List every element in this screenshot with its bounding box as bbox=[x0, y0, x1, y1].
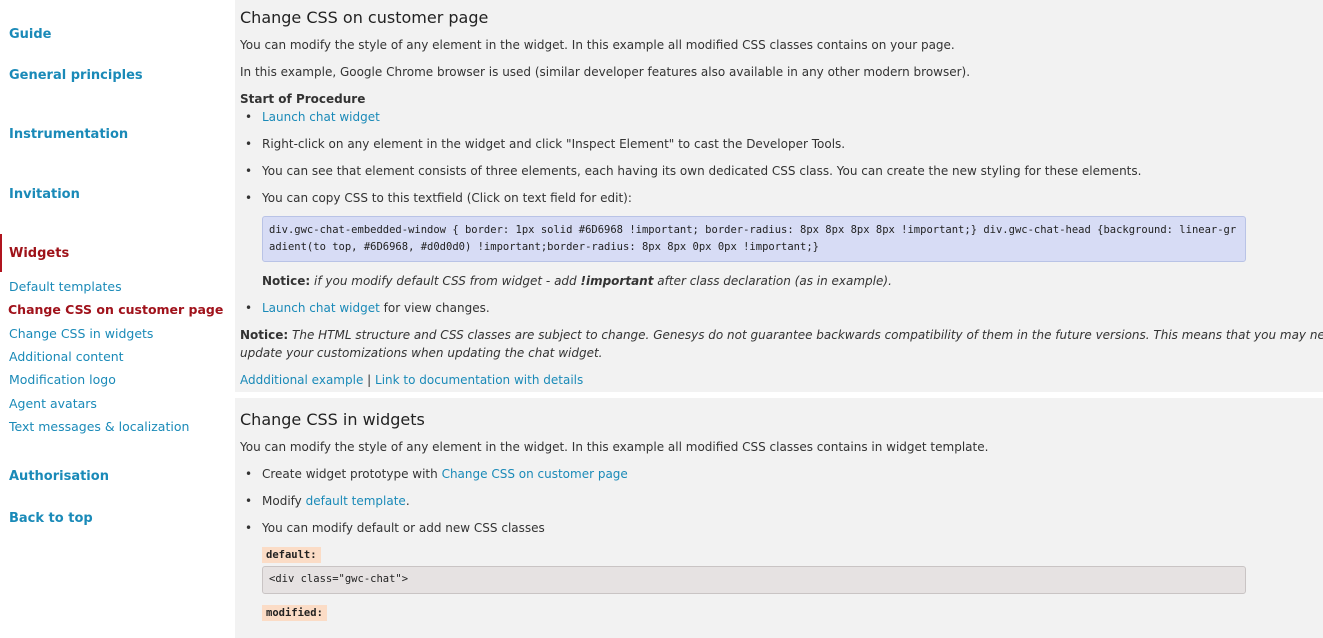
nav-invitation[interactable]: Invitation bbox=[9, 187, 80, 202]
notice-compatibility-line2: update your customizations when updating… bbox=[240, 346, 603, 360]
launch-chat-widget-link[interactable]: Launch chat widget bbox=[262, 110, 380, 124]
list-item-text-suffix: for view changes. bbox=[383, 301, 490, 315]
modified-code-label: modified: bbox=[262, 605, 327, 621]
list-item-text-end: . bbox=[405, 494, 410, 508]
notice-compatibility: Notice: The HTML structure and CSS class… bbox=[240, 328, 1323, 342]
list-item-text: Right-click on any element in the widget… bbox=[262, 137, 846, 151]
main-content: Change CSS on customer page You can modi… bbox=[235, 0, 1323, 638]
nav-additional-content[interactable]: Additional content bbox=[9, 349, 124, 364]
notice-text: The HTML structure and CSS classes are s… bbox=[292, 328, 1323, 342]
documentation-link[interactable]: Link to documentation with details bbox=[375, 373, 583, 387]
browser-note: In this example, Google Chrome browser i… bbox=[240, 65, 971, 79]
list-item-text: Modify default template. bbox=[262, 494, 410, 508]
section-change-css-customer-page: Change CSS on customer page You can modi… bbox=[235, 0, 1323, 392]
notice-label: Notice: bbox=[240, 328, 289, 342]
notice-label: Notice: bbox=[262, 274, 311, 288]
nav-default-templates[interactable]: Default templates bbox=[9, 279, 122, 294]
default-code-label: default: bbox=[262, 547, 321, 563]
list-item-text: You can copy CSS to this textfield (Clic… bbox=[262, 191, 632, 205]
list-item-text-prefix: Create widget prototype with bbox=[262, 467, 438, 481]
list-item-text: Create widget prototype with Change CSS … bbox=[262, 467, 628, 481]
list-item-text-prefix: Modify bbox=[262, 494, 302, 508]
nav-change-css-customer-page[interactable]: Change CSS on customer page bbox=[8, 302, 223, 317]
css-code-textfield[interactable]: div.gwc-chat-embedded-window { border: 1… bbox=[262, 216, 1246, 262]
intro-paragraph: You can modify the style of any element … bbox=[240, 38, 955, 52]
nav-authorisation[interactable]: Authorisation bbox=[9, 469, 109, 484]
nav-modification-logo[interactable]: Modification logo bbox=[9, 372, 116, 387]
nav-text-messages-localization[interactable]: Text messages & localization bbox=[9, 419, 189, 434]
procedure-heading: Start of Procedure bbox=[240, 92, 366, 106]
nav-guide[interactable]: Guide bbox=[9, 27, 52, 42]
link-separator: | bbox=[367, 373, 372, 387]
section-title: Change CSS on customer page bbox=[240, 8, 489, 27]
nav-agent-avatars[interactable]: Agent avatars bbox=[9, 396, 97, 411]
section-title: Change CSS in widgets bbox=[240, 410, 425, 429]
nav-widgets-label: Widgets bbox=[9, 246, 70, 261]
list-item-text: Launch chat widget for view changes. bbox=[262, 301, 490, 315]
list-item-text: You can modify default or add new CSS cl… bbox=[262, 521, 545, 535]
notice-important: Notice: if you modify default CSS from w… bbox=[262, 274, 892, 288]
nav-instrumentation[interactable]: Instrumentation bbox=[9, 127, 128, 142]
change-css-customer-page-link[interactable]: Change CSS on customer page bbox=[442, 467, 628, 481]
nav-general-principles[interactable]: General principles bbox=[9, 68, 143, 83]
nav-change-css-in-widgets[interactable]: Change CSS in widgets bbox=[9, 326, 153, 341]
additional-example-link[interactable]: Addditional example bbox=[240, 373, 363, 387]
launch-chat-widget-link-2[interactable]: Launch chat widget bbox=[262, 301, 380, 315]
nav-back-to-top[interactable]: Back to top bbox=[9, 511, 93, 526]
section-change-css-in-widgets: Change CSS in widgets You can modify the… bbox=[235, 398, 1323, 638]
notice-important-keyword: !important bbox=[580, 274, 654, 288]
links-row: Addditional example | Link to documentat… bbox=[240, 373, 583, 387]
notice-text: if you modify default CSS from widget - … bbox=[314, 274, 577, 288]
intro-paragraph: You can modify the style of any element … bbox=[240, 440, 989, 454]
nav-widgets-active[interactable]: Widgets bbox=[0, 234, 222, 272]
notice-text-end: after class declaration (as in example). bbox=[657, 274, 892, 288]
list-item-text: You can see that element consists of thr… bbox=[262, 164, 1142, 178]
sidebar-nav: Guide General principles Instrumentation… bbox=[0, 0, 233, 626]
default-template-link[interactable]: default template bbox=[306, 494, 406, 508]
default-code-block[interactable]: <div class="gwc-chat"> bbox=[262, 566, 1246, 594]
